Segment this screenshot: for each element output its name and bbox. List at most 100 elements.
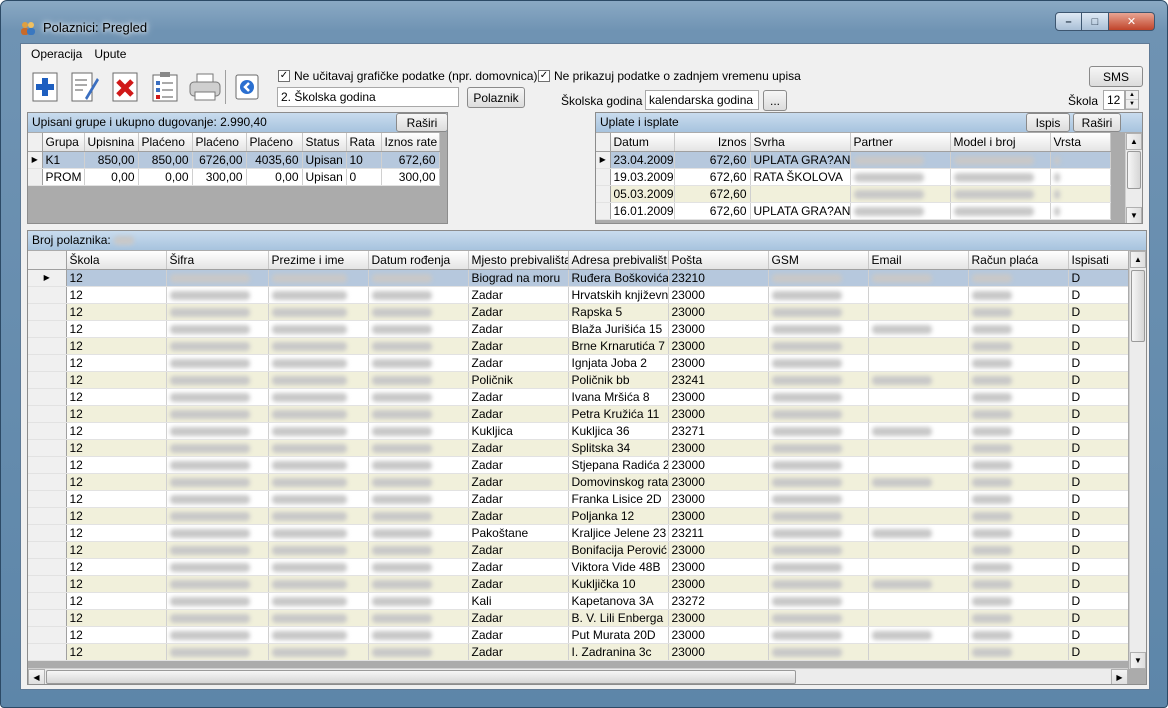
table-cell[interactable]: 23241 bbox=[668, 371, 769, 389]
table-cell[interactable]: 23000 bbox=[668, 405, 769, 423]
table-cell[interactable]: Zadar bbox=[468, 473, 569, 491]
table-cell[interactable]: Kukljica 36 bbox=[568, 422, 669, 440]
groups-col-header[interactable]: Grupa bbox=[42, 133, 85, 152]
redacted-cell[interactable] bbox=[166, 286, 269, 304]
redacted-cell[interactable] bbox=[768, 473, 869, 491]
table-cell[interactable]: Bonifacija Perović bbox=[568, 541, 669, 559]
table-cell-empty[interactable] bbox=[868, 507, 969, 525]
redacted-cell[interactable] bbox=[368, 354, 469, 372]
redacted-cell[interactable] bbox=[368, 303, 469, 321]
redacted-cell[interactable] bbox=[166, 337, 269, 355]
table-cell[interactable]: 23000 bbox=[668, 626, 769, 644]
table-cell[interactable]: D bbox=[1068, 575, 1128, 593]
table-cell[interactable]: Rapska 5 bbox=[568, 303, 669, 321]
students-col-header[interactable]: Prezime i ime bbox=[268, 251, 369, 270]
redacted-cell[interactable] bbox=[768, 422, 869, 440]
redacted-cell[interactable] bbox=[768, 456, 869, 474]
table-cell-empty[interactable] bbox=[868, 609, 969, 627]
redacted-cell[interactable] bbox=[868, 269, 969, 287]
redacted-cell[interactable] bbox=[368, 337, 469, 355]
redacted-cell[interactable] bbox=[968, 592, 1069, 610]
table-cell[interactable]: 4035,60 bbox=[246, 151, 303, 169]
redacted-cell[interactable] bbox=[768, 337, 869, 355]
redacted-cell[interactable] bbox=[968, 303, 1069, 321]
table-cell[interactable]: 12 bbox=[66, 286, 167, 304]
table-cell[interactable]: D bbox=[1068, 456, 1128, 474]
payments-col-header[interactable]: Vrsta bbox=[1050, 133, 1111, 152]
table-row[interactable]: 12 Kukljica Kukljica 36 23271 D bbox=[28, 422, 1128, 440]
redacted-cell[interactable] bbox=[268, 371, 369, 389]
redacted-cell[interactable] bbox=[868, 371, 969, 389]
table-cell[interactable]: 10 bbox=[346, 151, 382, 169]
table-cell[interactable]: K1 bbox=[42, 151, 85, 169]
table-cell[interactable]: D bbox=[1068, 524, 1128, 542]
table-cell[interactable]: B. V. Lili Enberga bbox=[568, 609, 669, 627]
skolska-godina-field[interactable]: kalendarska godina bbox=[645, 90, 759, 110]
edit-button[interactable] bbox=[69, 70, 101, 104]
students-col-header[interactable]: Pošta bbox=[668, 251, 769, 270]
table-cell[interactable]: Splitska 34 bbox=[568, 439, 669, 457]
redacted-cell[interactable] bbox=[968, 524, 1069, 542]
table-cell[interactable]: D bbox=[1068, 269, 1128, 287]
table-row[interactable]: 12 Zadar Bonifacija Perović 23000 D bbox=[28, 541, 1128, 559]
table-row[interactable]: 12 Zadar Splitska 34 23000 D bbox=[28, 439, 1128, 457]
table-row[interactable]: 12 Zadar Kukljička 10 23000 D bbox=[28, 575, 1128, 593]
skola-spinner[interactable]: ▲ ▼ bbox=[1125, 90, 1139, 110]
payments-col-header[interactable]: Svrha bbox=[750, 133, 851, 152]
table-cell[interactable]: 12 bbox=[66, 456, 167, 474]
redacted-cell[interactable] bbox=[968, 456, 1069, 474]
students-col-header[interactable]: Datum rođenja bbox=[368, 251, 469, 270]
table-cell[interactable]: Kraljice Jelene 23 bbox=[568, 524, 669, 542]
students-col-header[interactable]: Ispisati bbox=[1068, 251, 1128, 270]
table-cell[interactable]: D bbox=[1068, 473, 1128, 491]
redacted-cell[interactable] bbox=[968, 507, 1069, 525]
table-cell-empty[interactable] bbox=[868, 337, 969, 355]
table-cell[interactable]: Ignjata Joba 2 bbox=[568, 354, 669, 372]
redacted-cell[interactable] bbox=[268, 609, 369, 627]
redacted-cell[interactable] bbox=[268, 286, 369, 304]
redacted-cell[interactable] bbox=[268, 439, 369, 457]
table-row[interactable]: 12 Zadar Hrvatskih književni 23000 D bbox=[28, 286, 1128, 304]
redacted-cell[interactable] bbox=[166, 575, 269, 593]
table-cell[interactable]: Zadar bbox=[468, 490, 569, 508]
redacted-cell[interactable] bbox=[268, 643, 369, 661]
table-cell[interactable]: 23000 bbox=[668, 354, 769, 372]
redacted-cell[interactable] bbox=[166, 439, 269, 457]
table-cell[interactable]: 12 bbox=[66, 422, 167, 440]
redacted-cell[interactable] bbox=[868, 575, 969, 593]
redacted-cell[interactable] bbox=[968, 422, 1069, 440]
table-cell[interactable]: 23272 bbox=[668, 592, 769, 610]
redacted-cell[interactable] bbox=[268, 337, 369, 355]
maximize-button[interactable]: □ bbox=[1082, 12, 1109, 31]
table-cell[interactable]: 19.03.2009 bbox=[610, 168, 675, 186]
redacted-cell[interactable] bbox=[968, 286, 1069, 304]
table-cell[interactable]: 12 bbox=[66, 524, 167, 542]
students-col-header[interactable]: Email bbox=[868, 251, 969, 270]
table-cell[interactable]: D bbox=[1068, 558, 1128, 576]
table-cell[interactable]: Zadar bbox=[468, 320, 569, 338]
table-cell[interactable]: Petra Kružića 11 bbox=[568, 405, 669, 423]
redacted-cell[interactable] bbox=[166, 422, 269, 440]
redacted-cell[interactable] bbox=[166, 405, 269, 423]
redacted-cell[interactable] bbox=[368, 371, 469, 389]
redacted-cell[interactable] bbox=[1050, 151, 1111, 169]
redacted-cell[interactable] bbox=[368, 524, 469, 542]
redacted-cell[interactable] bbox=[868, 473, 969, 491]
redacted-cell[interactable] bbox=[950, 202, 1051, 220]
redacted-cell[interactable] bbox=[368, 592, 469, 610]
table-cell[interactable]: D bbox=[1068, 405, 1128, 423]
students-col-header[interactable]: Račun plaća bbox=[968, 251, 1069, 270]
delete-button[interactable] bbox=[109, 70, 141, 104]
redacted-cell[interactable] bbox=[166, 592, 269, 610]
redacted-cell[interactable] bbox=[868, 422, 969, 440]
redacted-cell[interactable] bbox=[768, 507, 869, 525]
redacted-cell[interactable] bbox=[268, 626, 369, 644]
payments-col-header[interactable]: Model i broj bbox=[950, 133, 1051, 152]
redacted-cell[interactable] bbox=[166, 320, 269, 338]
redacted-cell[interactable] bbox=[768, 643, 869, 661]
table-cell[interactable]: 23000 bbox=[668, 473, 769, 491]
table-cell[interactable]: Poličnik bb bbox=[568, 371, 669, 389]
redacted-cell[interactable] bbox=[368, 320, 469, 338]
redacted-cell[interactable] bbox=[368, 269, 469, 287]
redacted-cell[interactable] bbox=[768, 626, 869, 644]
